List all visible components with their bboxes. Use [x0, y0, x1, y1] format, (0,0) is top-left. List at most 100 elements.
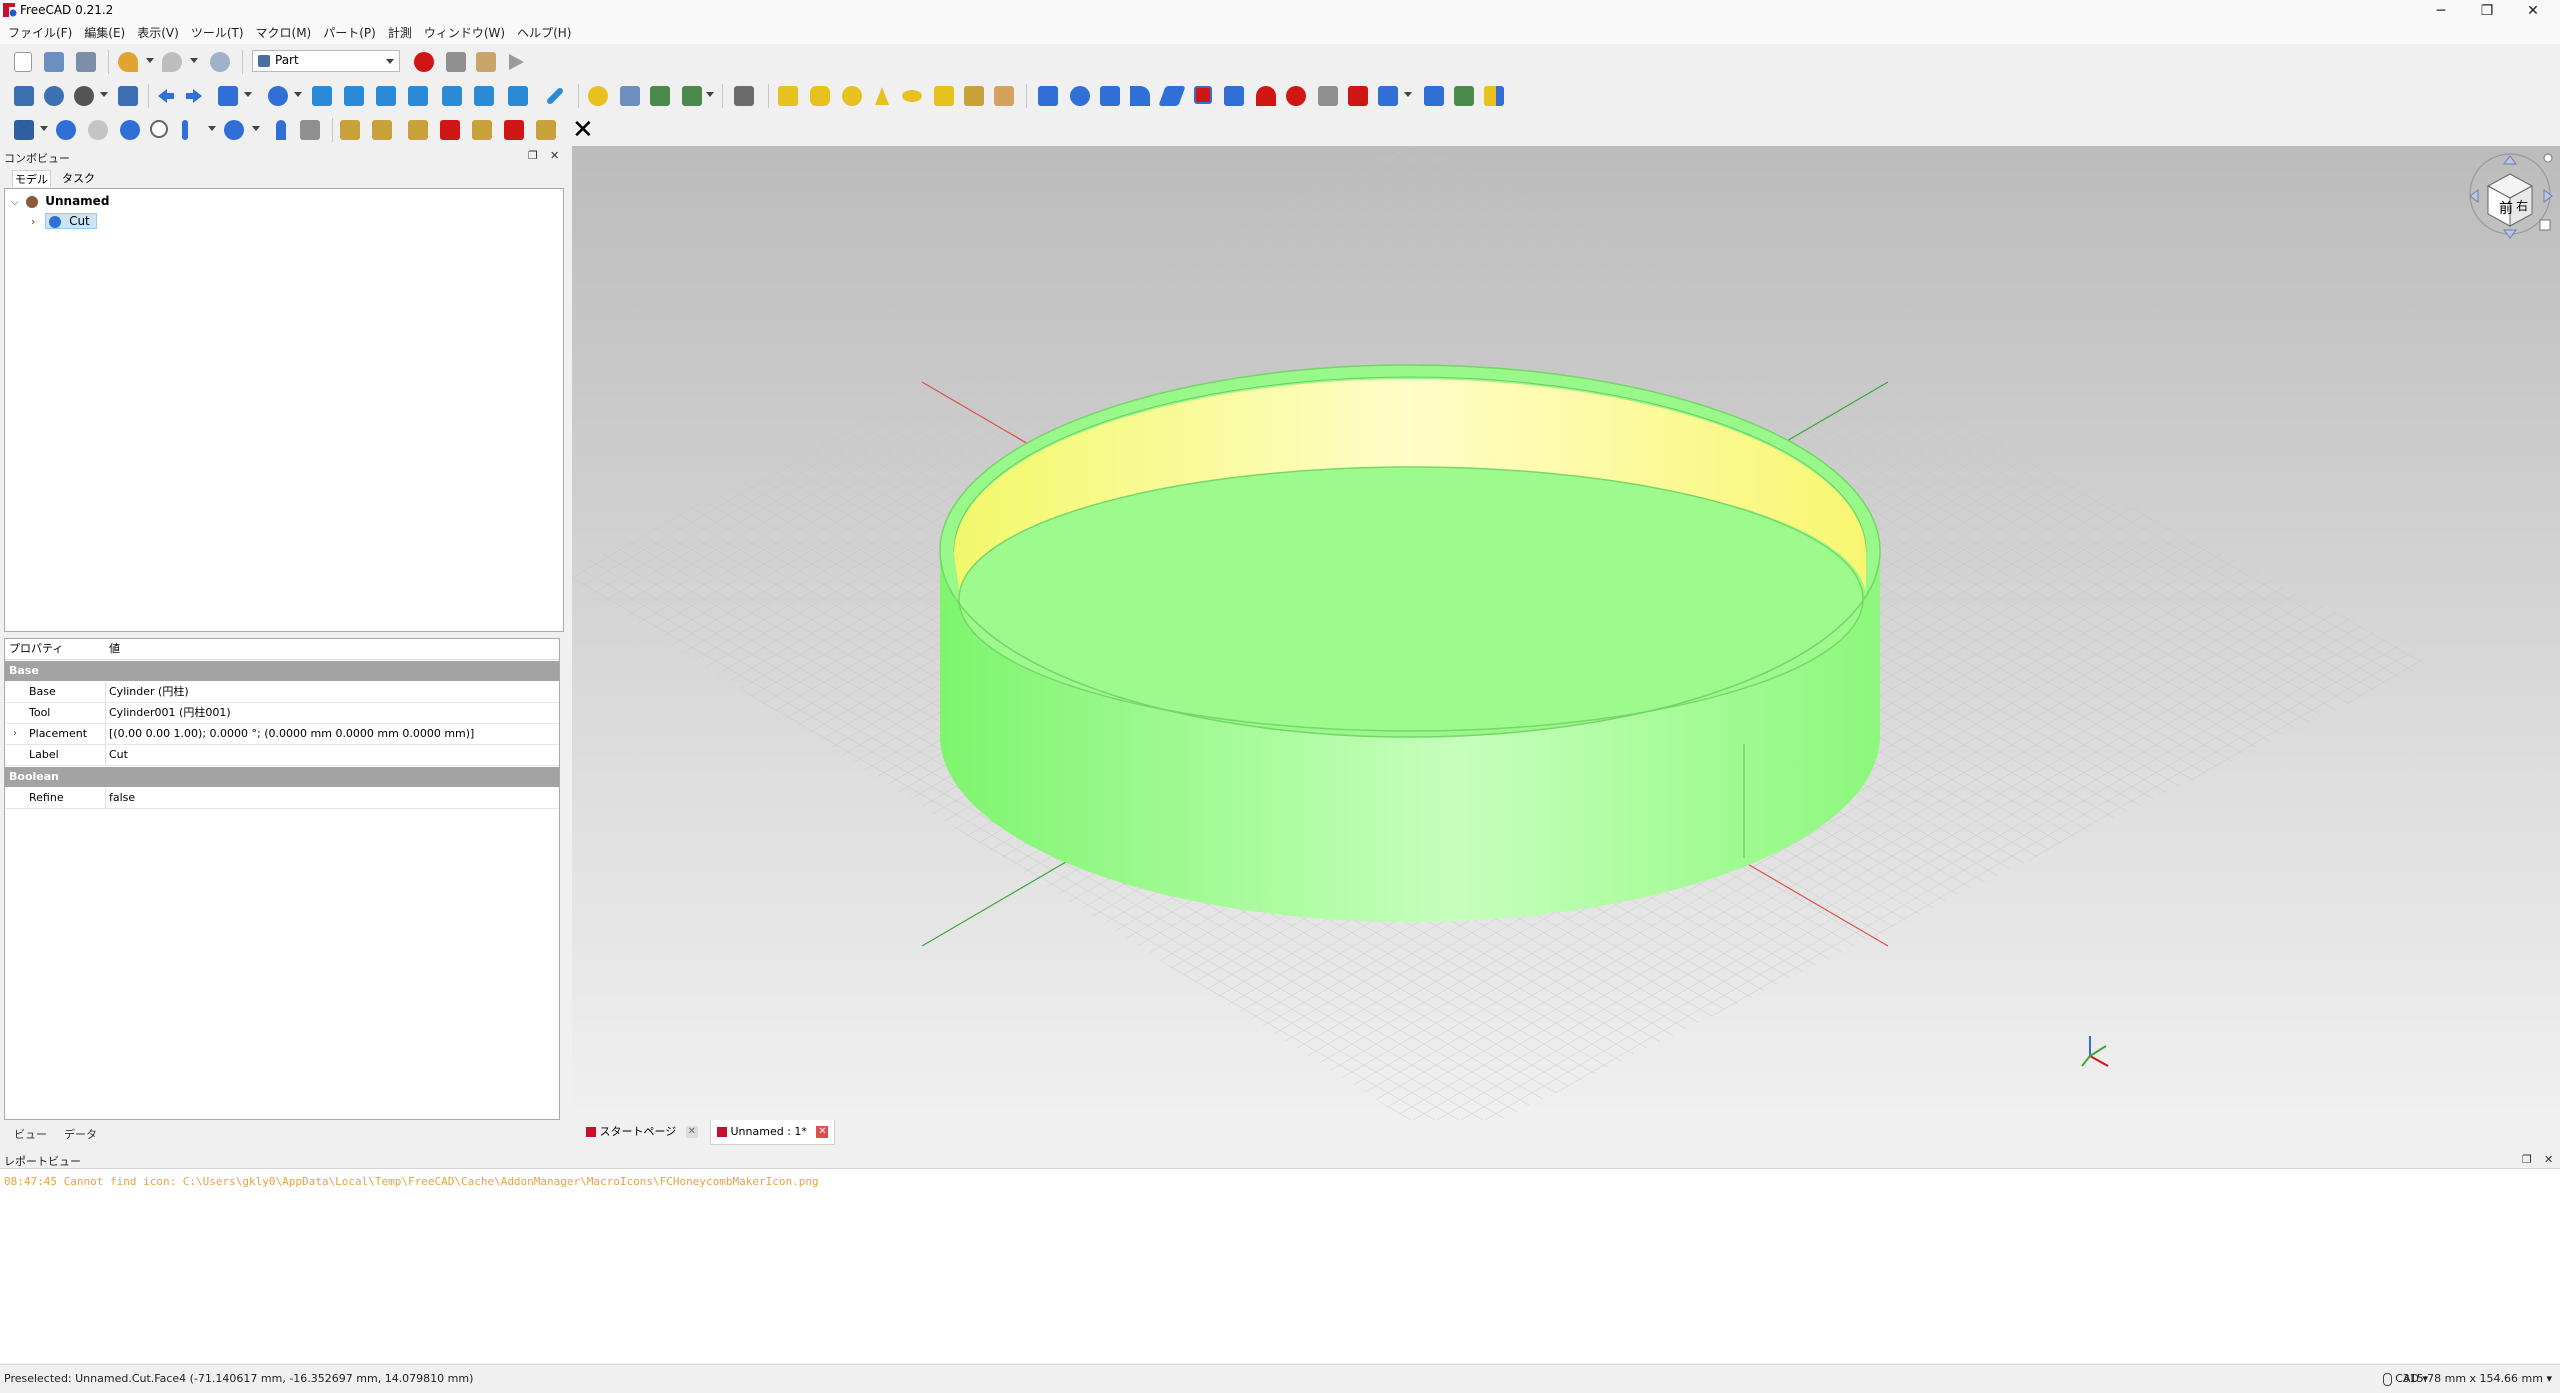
- menu-help[interactable]: ヘルプ(H): [511, 22, 577, 44]
- macro-run-icon[interactable]: [506, 52, 526, 72]
- part-color-per-face-icon[interactable]: [1484, 86, 1504, 106]
- measure-toggle-3d-icon[interactable]: [504, 120, 524, 140]
- create-part-icon[interactable]: [588, 86, 608, 106]
- close-icon[interactable]: ✕: [685, 1126, 698, 1138]
- menu-window[interactable]: ウィンドウ(W): [418, 22, 511, 44]
- boolean-icon[interactable]: [56, 120, 76, 140]
- menu-part[interactable]: パート(P): [317, 22, 382, 44]
- menu-measure[interactable]: 計測: [382, 22, 418, 44]
- chevron-down-icon[interactable]: ⌵: [11, 197, 19, 208]
- part-revolve-icon[interactable]: [1070, 86, 1090, 106]
- common-icon[interactable]: [150, 120, 168, 138]
- close-icon[interactable]: ✕: [816, 1126, 829, 1138]
- float-panel-icon[interactable]: ❐: [2522, 1153, 2532, 1166]
- tab-task[interactable]: タスク: [62, 170, 95, 186]
- property-group-boolean[interactable]: Boolean: [5, 767, 559, 787]
- part-sphere-icon[interactable]: [842, 86, 862, 106]
- measure-refresh-icon[interactable]: [408, 120, 428, 140]
- part-make-face-icon[interactable]: [1194, 86, 1212, 104]
- cut-icon[interactable]: [88, 120, 108, 140]
- macro-record-icon[interactable]: [414, 52, 434, 72]
- close-window-button[interactable]: ✕: [2510, 0, 2556, 22]
- defeaturing-icon[interactable]: [300, 120, 320, 140]
- part-thickness-icon[interactable]: [1424, 86, 1444, 106]
- close-panel-icon[interactable]: ✕: [550, 149, 559, 162]
- measure-linear-icon[interactable]: [340, 120, 360, 140]
- view-isometric-icon[interactable]: [312, 86, 332, 106]
- chevron-right-icon[interactable]: ›: [13, 724, 17, 744]
- nav-cube-face-right[interactable]: 右: [2516, 198, 2528, 213]
- part-extrude-icon[interactable]: [1038, 86, 1058, 106]
- chevron-right-icon[interactable]: ›: [31, 215, 35, 228]
- property-value[interactable]: Cylinder (円柱): [109, 682, 189, 702]
- part-cone-icon[interactable]: [872, 86, 892, 106]
- tree-item-document[interactable]: ⌵ Unnamed: [11, 191, 109, 211]
- part-box-icon[interactable]: [778, 86, 798, 106]
- view-bottom-icon[interactable]: [474, 86, 494, 106]
- whats-this-icon[interactable]: [734, 86, 754, 106]
- measure-clear-icon[interactable]: [440, 120, 460, 140]
- property-row[interactable]: Label Cut: [5, 745, 559, 766]
- bounding-box-icon[interactable]: [118, 86, 138, 106]
- float-panel-icon[interactable]: ❐: [528, 149, 538, 162]
- 3d-scene[interactable]: 前 右: [562, 138, 2560, 1146]
- redo-icon[interactable]: [162, 52, 182, 72]
- macro-stop-icon[interactable]: [446, 52, 466, 72]
- property-value[interactable]: Cut: [109, 745, 128, 765]
- part-cross-sections-icon[interactable]: [1348, 86, 1368, 106]
- part-offset-icon[interactable]: [1378, 86, 1398, 106]
- draw-style-icon[interactable]: [74, 86, 94, 106]
- sync-view-icon[interactable]: [218, 86, 238, 106]
- part-mirror-icon[interactable]: [1100, 86, 1120, 106]
- fit-all-icon[interactable]: [14, 86, 34, 106]
- back-arrow-icon[interactable]: [156, 86, 176, 106]
- nav-cube-face-front[interactable]: 前: [2499, 200, 2513, 217]
- tab-view[interactable]: ビュー: [6, 1124, 55, 1144]
- tab-data[interactable]: データ: [56, 1124, 105, 1144]
- split-features-icon[interactable]: [224, 120, 244, 140]
- nav-menu-icon[interactable]: [2543, 153, 2553, 163]
- nav-cube-mini-icon[interactable]: [2539, 219, 2551, 231]
- property-group-base[interactable]: Base: [5, 661, 559, 681]
- part-shape-builder-icon[interactable]: [994, 86, 1014, 106]
- compound-icon[interactable]: [14, 120, 34, 140]
- close-panel-icon[interactable]: ✕: [2544, 1153, 2553, 1166]
- 3d-viewport[interactable]: 前 右: [562, 138, 2560, 1146]
- cut-solid-floor[interactable]: [958, 466, 1864, 732]
- property-value[interactable]: Cylinder001 (円柱001): [109, 703, 231, 723]
- measure-toggle-delta-icon[interactable]: [536, 120, 556, 140]
- link-actions-icon[interactable]: [682, 86, 702, 106]
- minimize-button[interactable]: ─: [2418, 0, 2464, 22]
- part-ruled-surface-icon[interactable]: [1224, 86, 1244, 106]
- part-projection-icon[interactable]: [1454, 86, 1474, 106]
- restore-button[interactable]: ❐: [2464, 0, 2510, 22]
- menu-tools[interactable]: ツール(T): [185, 22, 250, 44]
- create-link-icon[interactable]: [650, 86, 670, 106]
- close-icon[interactable]: ✕: [572, 117, 594, 143]
- join-features-icon[interactable]: [182, 120, 188, 140]
- tab-start-page[interactable]: スタートページ ✕: [580, 1120, 704, 1144]
- menu-file[interactable]: ファイル(F): [2, 22, 78, 44]
- part-primitives-icon[interactable]: [964, 86, 984, 106]
- fuse-icon[interactable]: [120, 120, 140, 140]
- create-group-icon[interactable]: [620, 86, 640, 106]
- part-section-icon[interactable]: [1318, 86, 1338, 106]
- tree-item-selected[interactable]: Cut: [45, 213, 97, 229]
- zoom-icon[interactable]: [268, 86, 288, 106]
- part-tube-icon[interactable]: [934, 86, 954, 106]
- property-value[interactable]: false: [109, 788, 135, 808]
- menu-macro[interactable]: マクロ(M): [250, 22, 318, 44]
- save-document-icon[interactable]: [76, 52, 96, 72]
- menu-edit[interactable]: 編集(E): [78, 22, 131, 44]
- part-chamfer-icon[interactable]: [1158, 86, 1186, 106]
- dimension-readout[interactable]: 315.78 mm x 154.66 mm ▾: [2403, 1372, 2552, 1385]
- tab-model[interactable]: モデル: [12, 170, 51, 187]
- new-document-icon[interactable]: [14, 52, 32, 72]
- view-left-icon[interactable]: [508, 86, 528, 106]
- property-row[interactable]: Tool Cylinder001 (円柱001): [5, 703, 559, 724]
- part-sweep-icon[interactable]: [1286, 86, 1306, 106]
- forward-arrow-icon[interactable]: [184, 86, 204, 106]
- part-cylinder-icon[interactable]: [810, 86, 830, 106]
- report-view-output[interactable]: 08:47:45 Cannot find icon: C:\Users\gkly…: [0, 1168, 2560, 1363]
- property-row[interactable]: Base Cylinder (円柱): [5, 682, 559, 703]
